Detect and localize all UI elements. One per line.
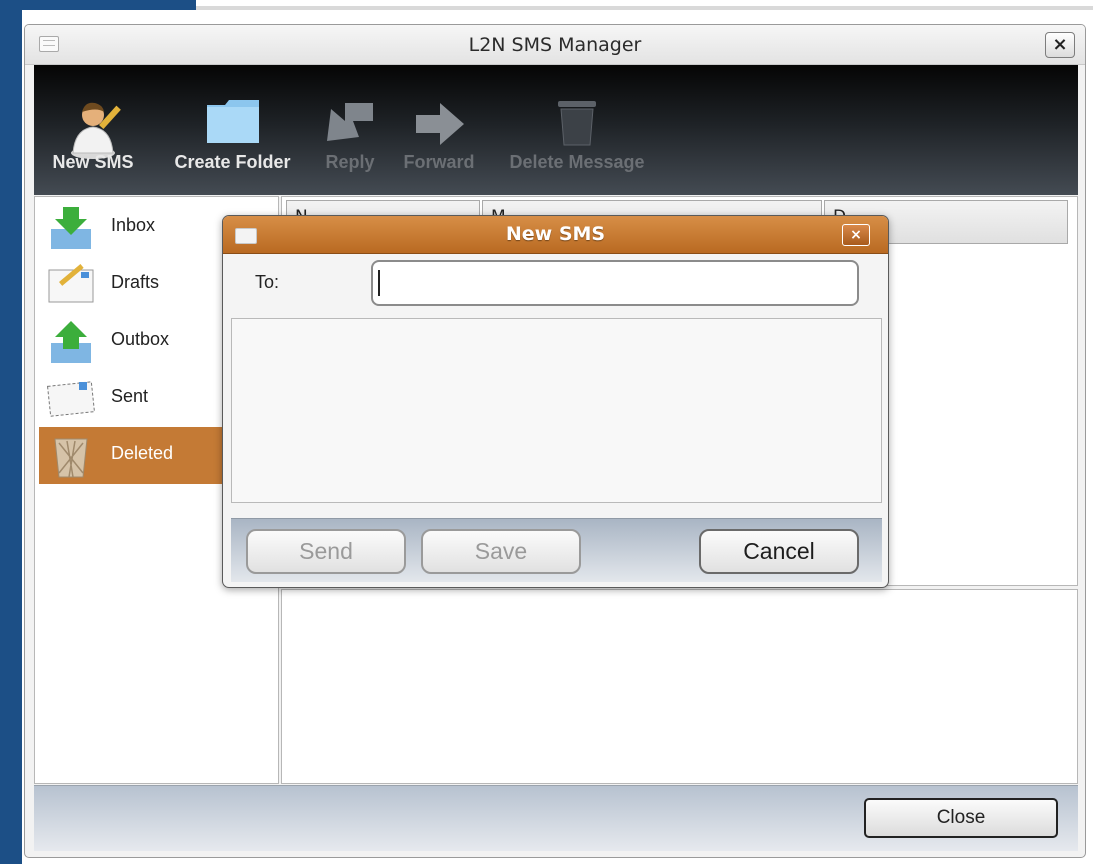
cancel-button[interactable]: Cancel <box>699 529 859 574</box>
forward-arrow-icon <box>416 103 464 145</box>
folder-label: Sent <box>111 386 149 406</box>
outbox-icon <box>51 321 91 363</box>
message-preview[interactable] <box>281 589 1078 784</box>
create-folder-label: Create Folder <box>174 152 291 172</box>
create-folder-button[interactable]: Create Folder <box>160 65 305 195</box>
message-body-field[interactable] <box>231 318 882 503</box>
desktop-edge <box>196 6 1093 10</box>
dialog-close-button[interactable]: × <box>842 224 870 246</box>
delete-message-label: Delete Message <box>509 152 645 172</box>
folder-label: Deleted <box>111 443 174 463</box>
folder-label: Drafts <box>111 272 160 292</box>
toolbar: New SMS Create Folder Reply Forward Dele… <box>34 65 1078 195</box>
reply-arrow-icon <box>327 103 373 141</box>
to-field[interactable] <box>371 260 859 306</box>
close-button[interactable]: Close <box>864 798 1058 838</box>
text-cursor <box>378 270 380 296</box>
folder-label: Inbox <box>111 215 156 235</box>
to-label: To: <box>255 272 280 292</box>
save-button[interactable]: Save <box>421 529 581 574</box>
forward-button[interactable]: Forward <box>394 65 484 195</box>
window-close-button[interactable]: × <box>1045 32 1075 58</box>
reply-label: Reply <box>325 152 375 172</box>
window-titlebar[interactable]: L2N SMS Manager × <box>25 25 1085 65</box>
dialog-titlebar[interactable]: New SMS × <box>223 216 888 254</box>
folder-icon <box>206 100 259 143</box>
delete-message-button[interactable]: Delete Message <box>496 65 658 195</box>
forward-label: Forward <box>403 152 475 172</box>
new-sms-label: New SMS <box>52 152 134 172</box>
dialog-button-bar: Send Save Cancel <box>231 518 882 582</box>
inbox-icon <box>51 207 91 249</box>
wastebasket-icon <box>54 438 88 478</box>
dialog-title: New SMS <box>505 223 606 245</box>
window-title: L2N SMS Manager <box>468 34 642 56</box>
trash-icon <box>558 101 596 146</box>
sent-envelope-icon <box>47 381 95 417</box>
bottom-bar: Close <box>34 785 1078 851</box>
new-sms-button[interactable]: New SMS <box>34 65 152 195</box>
desktop-background-left <box>0 0 22 864</box>
desktop-background-top <box>0 0 196 10</box>
drafts-icon <box>48 264 94 303</box>
send-button[interactable]: Send <box>246 529 406 574</box>
reply-button[interactable]: Reply <box>313 65 387 195</box>
new-sms-dialog: New SMS × To: Send Save Cancel <box>222 215 889 588</box>
folder-label: Outbox <box>111 329 170 349</box>
